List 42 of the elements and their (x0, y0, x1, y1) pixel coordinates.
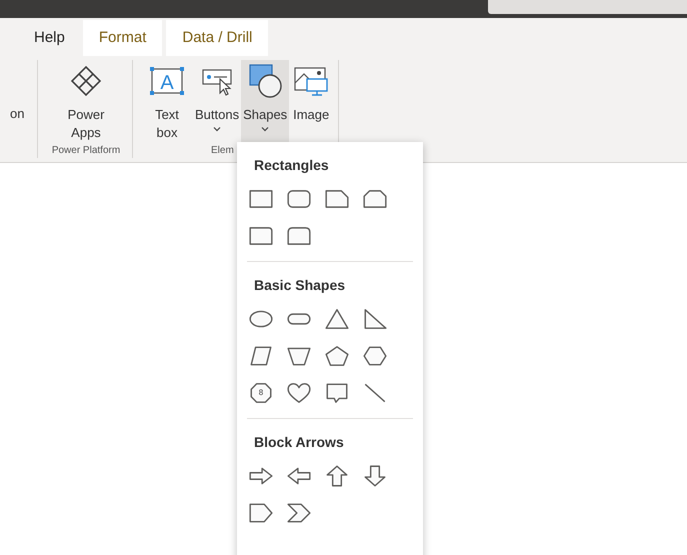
rounded-top-rectangle-icon[interactable] (286, 225, 312, 247)
ribbon-button[interactable]: Image (289, 60, 334, 144)
group-label: Elem (210, 144, 235, 158)
chevron-icon[interactable] (286, 502, 312, 524)
rectangle-icon[interactable] (248, 188, 274, 210)
rounded-corner-rectangle-icon[interactable] (248, 225, 274, 247)
ribbon-button-label: on (9, 105, 26, 123)
speech-callout-icon[interactable] (324, 382, 350, 404)
pentagon-arrow-icon[interactable] (248, 502, 274, 524)
snipped-rectangle-icon[interactable] (324, 188, 350, 210)
octagon-label: 8 (258, 389, 264, 397)
heart-icon[interactable] (286, 382, 312, 404)
group-label: Power Platform (50, 144, 122, 158)
diamond-logo-icon (69, 64, 103, 98)
parallelogram-icon[interactable] (248, 345, 274, 367)
up-arrow-icon[interactable] (324, 465, 350, 487)
octagon-icon[interactable]: 8 (248, 382, 274, 404)
ribbon-tab[interactable]: Format (82, 20, 162, 56)
rounded-rectangle-icon[interactable] (286, 188, 312, 210)
left-arrow-icon[interactable] (286, 465, 312, 487)
section-heading: Block Arrows (253, 433, 345, 451)
section-heading: Rectangles (253, 156, 330, 174)
ribbon-tab[interactable]: Help (18, 20, 81, 56)
oval-icon[interactable] (248, 308, 274, 330)
shapes-icon (247, 63, 284, 99)
ribbon-button[interactable]: Power Apps (62, 60, 110, 144)
ribbon-tab[interactable]: Data / Drill (166, 20, 268, 56)
text-box-icon: A (149, 66, 185, 96)
pentagon-icon[interactable] (324, 345, 350, 367)
image-monitor-icon (293, 65, 330, 97)
ribbon-button[interactable]: Shapes (241, 60, 290, 144)
right-triangle-icon[interactable] (362, 308, 388, 330)
hexagon-icon[interactable] (362, 345, 388, 367)
snipped-rectangle-icon[interactable] (362, 188, 388, 210)
section-heading: Basic Shapes (253, 276, 346, 294)
ribbon-button[interactable]: Buttons (193, 60, 242, 144)
triangle-icon[interactable] (324, 308, 350, 330)
ribbon-button[interactable]: A Text box (141, 60, 193, 144)
trapezoid-icon[interactable] (286, 345, 312, 367)
right-arrow-icon[interactable] (248, 465, 274, 487)
down-arrow-icon[interactable] (362, 465, 388, 487)
diagonal-line-icon[interactable] (362, 382, 388, 404)
